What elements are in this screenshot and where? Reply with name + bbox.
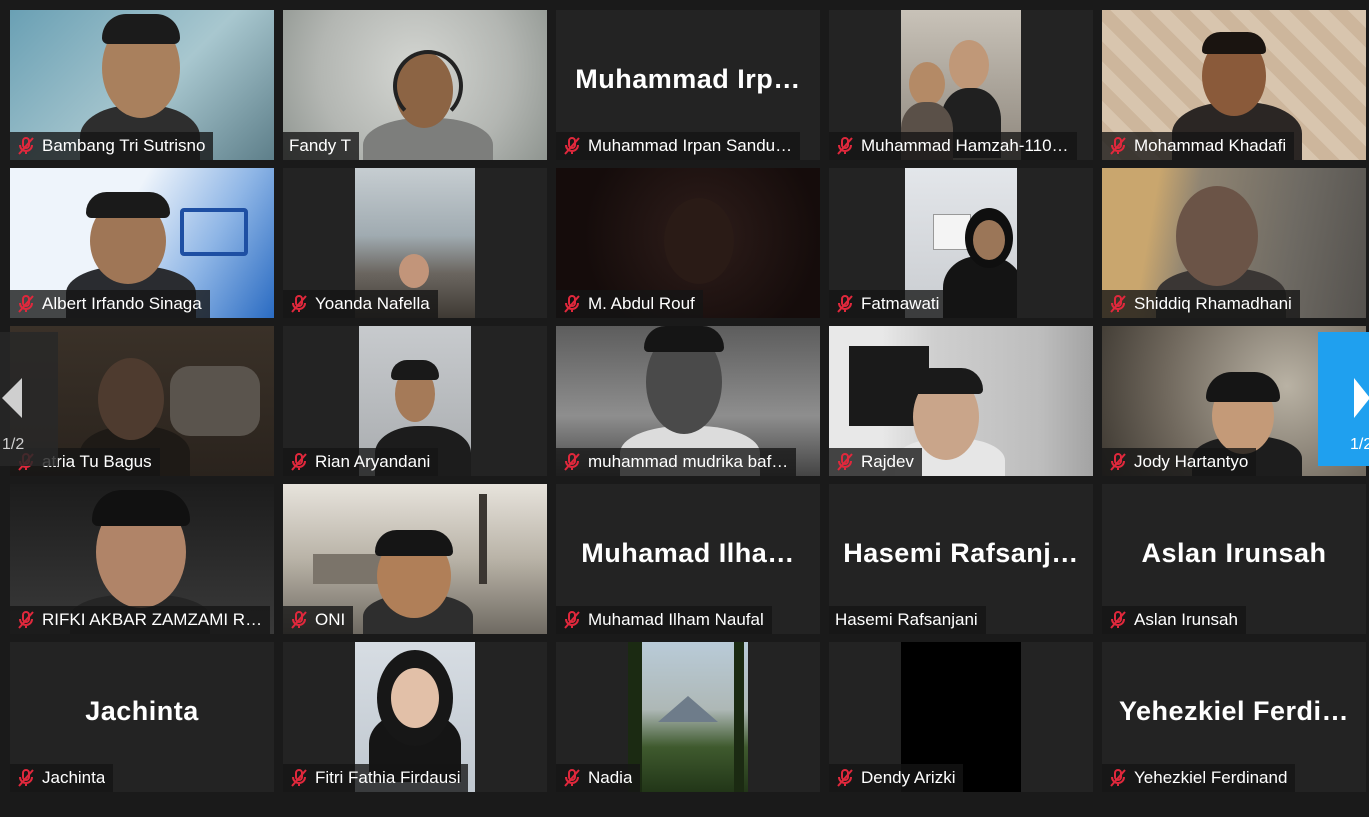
muted-mic-icon bbox=[16, 136, 36, 156]
chevron-left-icon bbox=[2, 378, 22, 418]
participant-tile[interactable]: Nadia bbox=[556, 642, 820, 792]
muted-mic-icon bbox=[562, 452, 582, 472]
participant-tile[interactable]: Yehezkiel Ferdi… Yehezkiel Ferdinand bbox=[1102, 642, 1366, 792]
participant-name-label: Jody Hartantyo bbox=[1102, 448, 1257, 476]
muted-mic-icon bbox=[1108, 294, 1128, 314]
participant-display-name: Jachinta bbox=[85, 696, 199, 726]
next-page-button[interactable]: 1/2 bbox=[1318, 332, 1369, 466]
previous-page-button[interactable]: 1/2 bbox=[0, 332, 58, 466]
participant-name-label: Fatmawati bbox=[829, 290, 948, 318]
participant-name-label: Shiddiq Rhamadhani bbox=[1102, 290, 1300, 318]
muted-mic-icon bbox=[289, 610, 309, 630]
participant-tile[interactable]: M. Abdul Rouf bbox=[556, 168, 820, 318]
participant-tile[interactable]: muhammad mudrika baf… bbox=[556, 326, 820, 476]
participant-name-label: Aslan Irunsah bbox=[1102, 606, 1246, 634]
muted-mic-icon bbox=[289, 294, 309, 314]
muted-mic-icon bbox=[835, 452, 855, 472]
muted-mic-icon bbox=[1108, 610, 1128, 630]
participant-name-label: Bambang Tri Sutrisno bbox=[10, 132, 214, 160]
participant-name-label: Fitri Fathia Firdausi bbox=[283, 764, 469, 792]
participant-tile[interactable]: Rian Aryandani bbox=[283, 326, 547, 476]
muted-mic-icon bbox=[562, 610, 582, 630]
participant-tile[interactable]: Fitri Fathia Firdausi bbox=[283, 642, 547, 792]
muted-mic-icon bbox=[562, 768, 582, 788]
muted-mic-icon bbox=[835, 768, 855, 788]
muted-mic-icon bbox=[1108, 452, 1128, 472]
video-grid: Bambang Tri Sutrisno Fandy T Muhammad Ir… bbox=[0, 0, 1369, 817]
muted-mic-icon bbox=[289, 452, 309, 472]
participant-name-label: M. Abdul Rouf bbox=[556, 290, 703, 318]
participant-name-label: Rajdev bbox=[829, 448, 922, 476]
participant-name-label: ONI bbox=[283, 606, 354, 634]
participant-name-label: Yoanda Nafella bbox=[283, 290, 438, 318]
participant-display-name: Muhamad Ilha… bbox=[581, 538, 795, 568]
muted-mic-icon bbox=[562, 136, 582, 156]
muted-mic-icon bbox=[835, 136, 855, 156]
participant-name-label: Muhammad Hamzah-110… bbox=[829, 132, 1077, 160]
participant-name-label: Nadia bbox=[556, 764, 641, 792]
participant-name-label: Fandy T bbox=[283, 132, 360, 160]
participant-tile[interactable]: Jachinta Jachinta bbox=[10, 642, 274, 792]
muted-mic-icon bbox=[16, 294, 36, 314]
muted-mic-icon bbox=[835, 294, 855, 314]
muted-mic-icon bbox=[562, 294, 582, 314]
participant-tile[interactable]: Bambang Tri Sutrisno bbox=[10, 10, 274, 160]
participant-tile[interactable]: Shiddiq Rhamadhani bbox=[1102, 168, 1366, 318]
participant-tile[interactable]: ONI bbox=[283, 484, 547, 634]
participant-tile-active-speaker[interactable]: Fandy T bbox=[283, 10, 547, 160]
muted-mic-icon bbox=[1108, 136, 1128, 156]
muted-mic-icon bbox=[1108, 768, 1128, 788]
participant-display-name: Yehezkiel Ferdi… bbox=[1118, 696, 1350, 726]
participant-display-name: Aslan Irunsah bbox=[1141, 538, 1327, 568]
participant-name-label: Albert Irfando Sinaga bbox=[10, 290, 210, 318]
participant-tile[interactable]: RIFKI AKBAR ZAMZAMI R… bbox=[10, 484, 274, 634]
page-indicator: 1/2 bbox=[1350, 436, 1369, 453]
participant-name-label: muhammad mudrika baf… bbox=[556, 448, 797, 476]
page-indicator: 1/2 bbox=[2, 436, 25, 453]
participant-name-label: Muhammad Irpan Sandu… bbox=[556, 132, 801, 160]
participant-display-name: Hasemi Rafsanj… bbox=[843, 538, 1079, 568]
participant-tile[interactable]: Dendy Arizki bbox=[829, 642, 1093, 792]
participant-display-name: Muhammad Irp… bbox=[575, 64, 801, 94]
participant-tile[interactable]: Muhammad Irp… Muhammad Irpan Sandu… bbox=[556, 10, 820, 160]
participant-name-label: Dendy Arizki bbox=[829, 764, 964, 792]
participant-name-label: Hasemi Rafsanjani bbox=[829, 606, 986, 634]
participant-name-label: Jachinta bbox=[10, 764, 114, 792]
participant-name-label: Yehezkiel Ferdinand bbox=[1102, 764, 1296, 792]
video-feed bbox=[628, 642, 748, 792]
participant-name-label: RIFKI AKBAR ZAMZAMI R… bbox=[10, 606, 271, 634]
chevron-right-icon bbox=[1354, 378, 1369, 418]
participant-tile[interactable]: Hasemi Rafsanj… Hasemi Rafsanjani bbox=[829, 484, 1093, 634]
participant-tile[interactable]: Muhamad Ilha… Muhamad Ilham Naufal bbox=[556, 484, 820, 634]
muted-mic-icon bbox=[289, 768, 309, 788]
participant-tile[interactable]: Fatmawati bbox=[829, 168, 1093, 318]
muted-mic-icon bbox=[16, 768, 36, 788]
participant-tile[interactable]: Aslan Irunsah Aslan Irunsah bbox=[1102, 484, 1366, 634]
muted-mic-icon bbox=[16, 610, 36, 630]
participant-tile[interactable]: Albert Irfando Sinaga bbox=[10, 168, 274, 318]
participant-tile[interactable]: Mohammad Khadafi bbox=[1102, 10, 1366, 160]
participant-tile[interactable]: Muhammad Hamzah-110… bbox=[829, 10, 1093, 160]
participant-tile[interactable]: Rajdev bbox=[829, 326, 1093, 476]
participant-name-label: Rian Aryandani bbox=[283, 448, 439, 476]
participant-name-label: Muhamad Ilham Naufal bbox=[556, 606, 772, 634]
participant-name-label: Mohammad Khadafi bbox=[1102, 132, 1295, 160]
participant-tile[interactable]: Yoanda Nafella bbox=[283, 168, 547, 318]
